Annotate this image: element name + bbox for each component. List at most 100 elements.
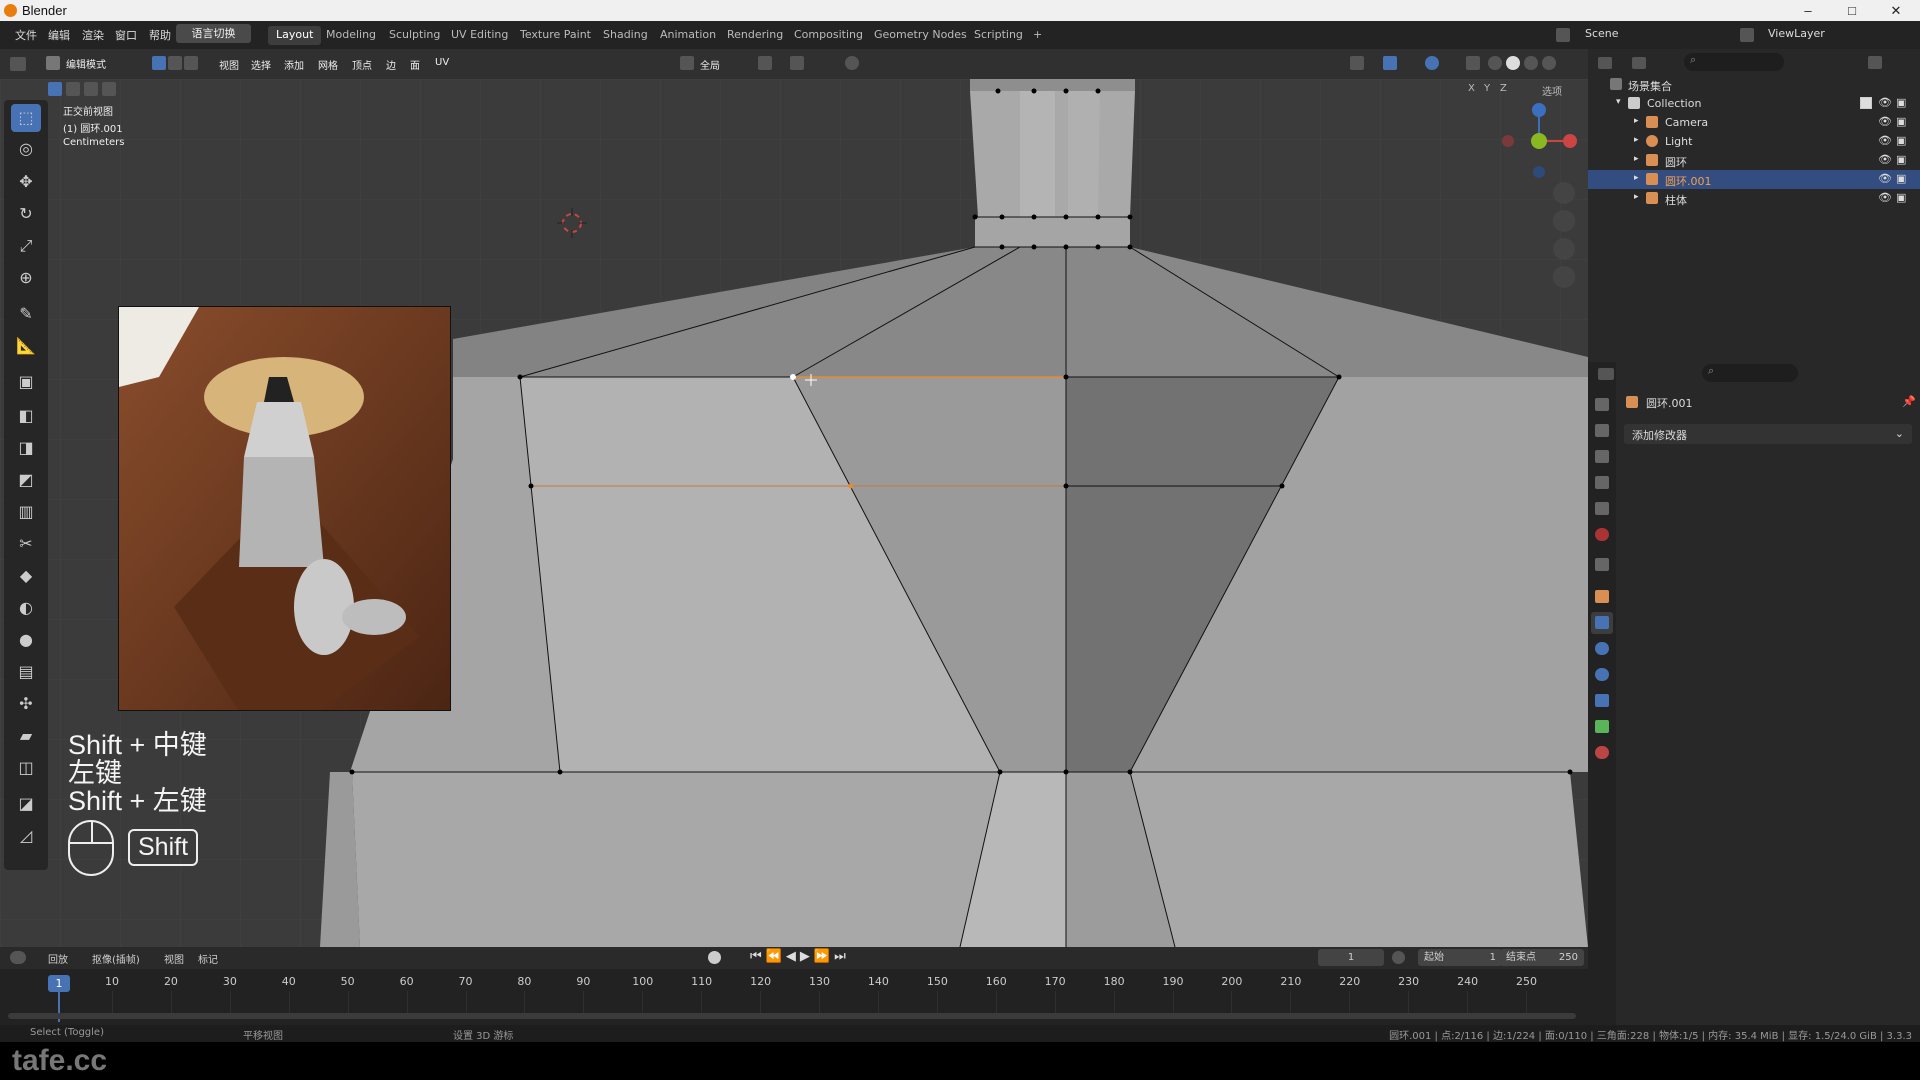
expand-arrow-icon[interactable]: ▸ <box>1634 135 1639 145</box>
shading-solid-icon[interactable] <box>1506 56 1520 70</box>
3d-viewport[interactable]: 正交前视图 (1) 圆环.001 Centimeters X Y Z 选项 Sh… <box>0 79 1588 947</box>
pivot-point-icon[interactable] <box>758 56 772 70</box>
add-workspace-button[interactable]: + <box>1025 26 1050 45</box>
marker-menu[interactable]: 标记 <box>198 951 218 966</box>
xray-toggle-icon[interactable] <box>1466 56 1480 70</box>
properties-editor-icon[interactable] <box>1598 368 1614 380</box>
add-cube-tool[interactable]: ▣ <box>11 368 41 396</box>
outliner-item-light[interactable]: ▸ Light 👁 ▣ <box>1588 132 1920 151</box>
keying-menu[interactable]: 抠像(插帧) <box>92 951 140 966</box>
overlays-toggle-icon[interactable] <box>1425 56 1439 70</box>
options-dropdown[interactable]: 选项 <box>1542 83 1562 98</box>
eye-icon[interactable]: 👁 <box>1878 172 1892 185</box>
shading-wireframe-icon[interactable] <box>1488 56 1502 70</box>
transform-tool[interactable]: ⊕ <box>11 264 41 292</box>
shading-material-icon[interactable] <box>1524 56 1538 70</box>
menu-vertex[interactable]: 顶点 <box>352 57 372 72</box>
poly-build-tool[interactable]: ◆ <box>11 562 41 590</box>
menu-edge[interactable]: 边 <box>386 57 396 72</box>
move-tool[interactable]: ✥ <box>11 168 41 196</box>
object-tab-icon[interactable] <box>1595 590 1609 603</box>
playhead-frame[interactable]: 1 <box>48 975 70 992</box>
tab-uv-editing[interactable]: UV Editing <box>443 26 516 45</box>
render-camera-icon[interactable]: ▣ <box>1896 172 1906 185</box>
data-tab-icon[interactable] <box>1595 720 1609 733</box>
constraints-tab-icon[interactable] <box>1595 694 1609 707</box>
render-camera-icon[interactable]: ▣ <box>1896 115 1906 128</box>
playback-controls[interactable]: ⏮⏪◀▶⏩⏭ <box>750 949 850 964</box>
tool-tab-icon[interactable] <box>1595 398 1609 411</box>
timeline-scrollbar[interactable] <box>8 1013 1576 1019</box>
extrude-tool[interactable]: ◧ <box>11 402 41 430</box>
select-box-tool[interactable]: ⬚ <box>11 104 41 132</box>
eye-icon[interactable]: 👁 <box>1878 96 1892 109</box>
rip-tool[interactable]: ◫ <box>11 754 41 782</box>
gizmo-toggle-icon[interactable] <box>1383 56 1397 70</box>
clock-icon[interactable] <box>10 951 26 964</box>
face-select-icon[interactable] <box>184 56 198 70</box>
expand-arrow-icon[interactable]: ▸ <box>1634 154 1639 164</box>
mode-dropdown[interactable]: 编辑模式 <box>66 56 106 71</box>
world-tab-icon[interactable] <box>1595 528 1609 541</box>
rotate-tool[interactable]: ↻ <box>11 200 41 228</box>
visibility-icon[interactable] <box>1350 56 1364 70</box>
smooth-tool[interactable]: ● <box>11 626 41 654</box>
tab-sculpting[interactable]: Sculpting <box>381 26 448 45</box>
outliner-item-torus-001[interactable]: ▸ 圆环.001 👁 ▣ <box>1588 170 1920 189</box>
select-invert-icon[interactable] <box>102 82 116 96</box>
scale-tool[interactable]: ⤢ <box>11 232 41 260</box>
material-tab-icon[interactable] <box>1595 746 1609 759</box>
transform-orientation-dropdown[interactable]: 全局 <box>700 57 720 72</box>
particles-tab-icon[interactable] <box>1595 642 1609 655</box>
tab-animation[interactable]: Animation <box>652 26 724 45</box>
menu-select[interactable]: 选择 <box>251 57 271 72</box>
record-button[interactable] <box>708 951 721 964</box>
menu-edit[interactable]: 编辑 <box>48 27 70 43</box>
collection-checkbox[interactable] <box>1860 97 1872 109</box>
playback-menu[interactable]: 回放 <box>48 951 68 966</box>
outliner-item-torus[interactable]: ▸ 圆环 👁 ▣ <box>1588 151 1920 170</box>
tab-rendering[interactable]: Rendering <box>719 26 791 45</box>
select-subtract-icon[interactable] <box>84 82 98 96</box>
render-camera-icon[interactable]: ▣ <box>1896 134 1906 147</box>
select-mode-buttons[interactable] <box>48 79 128 99</box>
edge-select-icon[interactable] <box>168 56 182 70</box>
menu-help[interactable]: 帮助 <box>149 27 171 43</box>
expand-arrow-icon[interactable]: ▸ <box>1634 116 1639 126</box>
end-frame-field[interactable]: 结束点 250 <box>1500 949 1584 966</box>
menu-add[interactable]: 添加 <box>284 57 304 72</box>
menu-uv[interactable]: UV <box>435 57 449 68</box>
collection-tab-icon[interactable] <box>1595 558 1609 571</box>
tab-texture-paint[interactable]: Texture Paint <box>512 26 599 45</box>
tab-shading[interactable]: Shading <box>595 26 656 45</box>
outliner-editor-icon[interactable] <box>1598 57 1612 69</box>
render-tab-icon[interactable] <box>1595 424 1609 437</box>
minimize-button[interactable]: – <box>1786 0 1830 21</box>
menu-mesh[interactable]: 网格 <box>318 57 338 72</box>
cursor-tool[interactable]: ◎ <box>11 135 41 163</box>
language-switch-button[interactable]: 语言切换 <box>176 24 251 43</box>
tab-modeling[interactable]: Modeling <box>318 26 384 45</box>
select-extend-icon[interactable] <box>66 82 80 96</box>
render-camera-icon[interactable]: ▣ <box>1896 96 1906 109</box>
menu-file[interactable]: 文件 <box>15 27 37 43</box>
eye-icon[interactable]: 👁 <box>1878 115 1892 128</box>
mirror-z-toggle[interactable]: Z <box>1500 83 1507 94</box>
menu-window[interactable]: 窗口 <box>115 27 137 43</box>
tool-extra-2[interactable]: ◿ <box>11 822 41 850</box>
render-camera-icon[interactable]: ▣ <box>1896 191 1906 204</box>
add-modifier-dropdown[interactable]: 添加修改器 ⌄ <box>1624 424 1912 444</box>
current-frame-field[interactable]: 1 <box>1318 949 1384 966</box>
proportional-editing-icon[interactable] <box>845 56 859 70</box>
expand-arrow-icon[interactable]: ▾ <box>1616 97 1621 107</box>
scene-name[interactable]: Scene <box>1585 27 1619 40</box>
tab-scripting[interactable]: Scripting <box>966 26 1031 45</box>
eye-icon[interactable]: 👁 <box>1878 153 1892 166</box>
menu-view[interactable]: 视图 <box>219 57 239 72</box>
view-menu[interactable]: 视图 <box>164 951 184 966</box>
tab-geometry-nodes[interactable]: Geometry Nodes <box>866 26 975 45</box>
expand-arrow-icon[interactable]: ▸ <box>1634 192 1639 202</box>
tab-compositing[interactable]: Compositing <box>786 26 871 45</box>
scene-collection-row[interactable]: 场景集合 <box>1588 75 1920 94</box>
knife-tool[interactable]: ✂ <box>11 530 41 558</box>
